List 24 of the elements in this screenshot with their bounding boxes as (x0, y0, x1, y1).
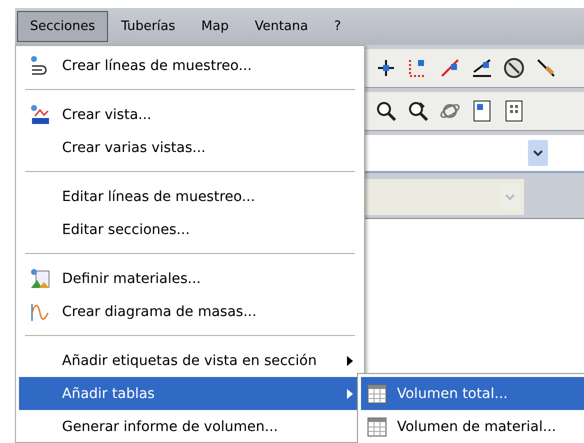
menu-title[interactable]: Ventana (242, 11, 322, 42)
menu-item[interactable]: Crear varias vistas... (19, 131, 361, 164)
menu-item[interactable]: Editar líneas de muestreo... (19, 180, 361, 213)
menu-title[interactable]: Tuberías (108, 11, 188, 42)
menu-item[interactable]: Editar secciones... (19, 213, 361, 246)
menu-item[interactable]: Crear líneas de muestreo... (19, 49, 361, 82)
menu-item[interactable]: Crear vista... (19, 98, 361, 131)
zoom-icon[interactable] (374, 99, 398, 123)
section-view-icon (29, 104, 51, 126)
menu-item[interactable]: Definir materiales... (19, 262, 361, 295)
menu-item[interactable]: Volumen total... (361, 377, 584, 410)
menu-title[interactable]: Secciones (17, 11, 108, 42)
table-icon (367, 384, 387, 404)
menu-item[interactable]: Generar informe de volumen... (19, 410, 361, 443)
submenu-arrow-icon (347, 388, 353, 398)
menu-title[interactable]: Map (188, 11, 242, 42)
submenu-arrow-icon (347, 356, 353, 366)
menu-item[interactable]: Volumen de material... (361, 410, 584, 443)
menu-title[interactable]: ? (321, 11, 354, 42)
zoom-previous-icon[interactable] (406, 99, 430, 123)
table-icon (367, 416, 387, 436)
materials-icon (29, 268, 51, 290)
menu-item[interactable]: Añadir etiquetas de vista en sección (19, 344, 361, 377)
menu-item[interactable]: Crear diagrama de masas... (19, 295, 361, 328)
